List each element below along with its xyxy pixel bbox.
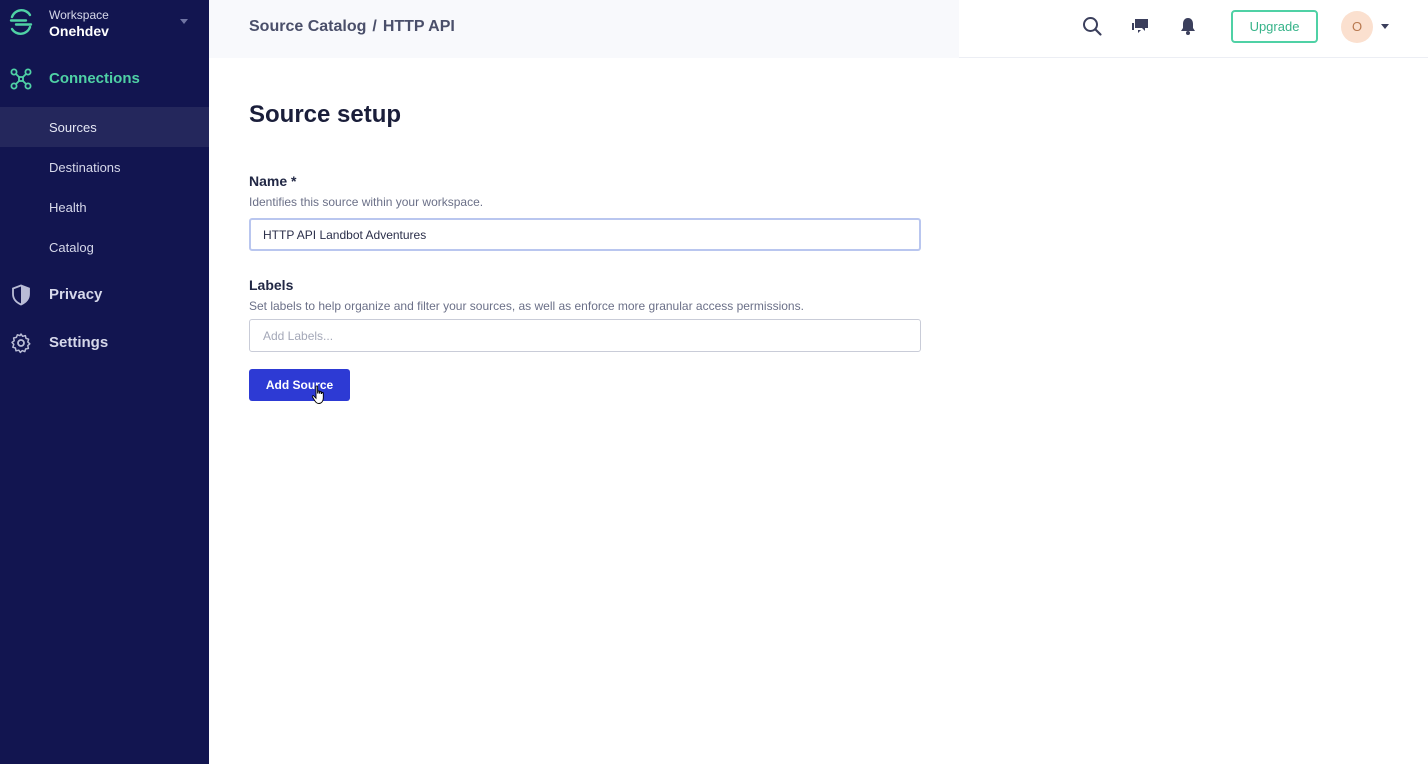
nav-settings[interactable]: Settings	[0, 323, 209, 363]
sidebar-item-sources[interactable]: Sources	[0, 107, 209, 147]
page-title: Source setup	[249, 101, 402, 128]
sidebar-item-label: Catalog	[49, 240, 94, 255]
chat-icon[interactable]	[1129, 15, 1151, 37]
nav-connections-label: Connections	[49, 70, 140, 87]
chevron-down-icon	[180, 19, 188, 24]
nav-connections[interactable]: Connections	[0, 59, 209, 99]
breadcrumb: Source Catalog / HTTP API	[249, 18, 455, 36]
add-source-button[interactable]: Add Source	[249, 369, 350, 401]
nav-settings-label: Settings	[49, 334, 109, 351]
sidebar-item-label: Sources	[49, 120, 97, 135]
breadcrumb-separator: /	[372, 18, 377, 35]
sidebar-item-label: Health	[49, 200, 87, 215]
breadcrumb-http-api: HTTP API	[382, 18, 455, 35]
labels-input[interactable]	[249, 319, 921, 352]
sidebar-item-health[interactable]: Health	[0, 187, 209, 227]
sidebar: Workspace Onehdev Connections Sources De…	[0, 0, 209, 764]
connections-icon	[10, 68, 32, 90]
workspace-name: Onehdev	[49, 23, 109, 39]
sidebar-item-destinations[interactable]: Destinations	[0, 147, 209, 187]
upgrade-button[interactable]: Upgrade	[1231, 10, 1318, 43]
top-header: Source Catalog / HTTP API Upgrade O	[209, 0, 1428, 58]
name-field[interactable]	[249, 218, 921, 251]
workspace-switcher[interactable]: Workspace Onehdev	[0, 0, 209, 48]
labels-label: Labels	[249, 277, 294, 293]
logo-icon	[9, 9, 33, 35]
breadcrumb-source-catalog[interactable]: Source Catalog	[249, 18, 366, 35]
avatar[interactable]: O	[1341, 11, 1373, 43]
chevron-down-icon[interactable]	[1381, 24, 1389, 29]
name-label: Name *	[249, 173, 297, 189]
workspace-label: Workspace	[49, 8, 109, 22]
labels-help-text: Set labels to help organize and filter y…	[249, 299, 804, 313]
nav-privacy[interactable]: Privacy	[0, 275, 209, 315]
search-icon[interactable]	[1081, 15, 1103, 37]
name-help-text: Identifies this source within your works…	[249, 195, 484, 209]
sidebar-item-label: Destinations	[49, 160, 121, 175]
sidebar-item-catalog[interactable]: Catalog	[0, 227, 209, 267]
settings-icon	[11, 333, 31, 354]
nav-privacy-label: Privacy	[49, 286, 103, 303]
privacy-icon	[12, 284, 30, 306]
bell-icon[interactable]	[1177, 15, 1199, 37]
